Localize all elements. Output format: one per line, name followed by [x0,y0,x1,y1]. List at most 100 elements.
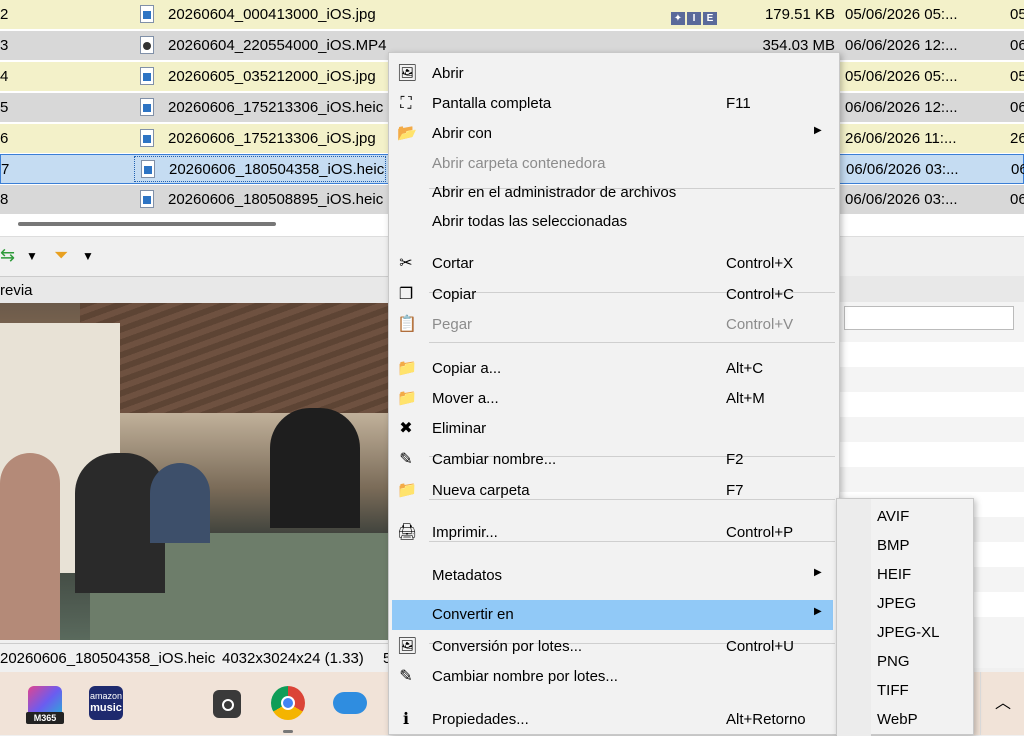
convert-format-webp[interactable]: WebP [877,711,918,728]
menu-item-label: Cambiar nombre por lotes... [432,668,618,685]
image-file-icon [140,98,154,116]
menu-item-abrir-con[interactable]: 📂 Abrir con ▶ [389,119,839,149]
menu-item-metadatos[interactable]: Metadatos ▶ [389,561,839,591]
chevron-down-icon[interactable]: ▼ [26,249,38,263]
file-name: 20260606_180504358_iOS.heic [169,161,385,178]
menu-item-mover-a[interactable]: 📁 Mover a... Alt+M [389,384,839,414]
rename-pencil-icon: ✎ [399,451,413,468]
menu-item-shortcut: Control+X [726,255,794,272]
menu-item-abrir-admin[interactable]: Abrir en el administrador de archivos [389,178,839,208]
status-dimensions: 4032x3024x24 (1.33) [222,650,364,667]
file-size: 179.51 KB [764,6,835,23]
batch-convert-icon: 🖼 [397,638,418,655]
menu-item-copiar[interactable]: ❐ Copiar Control+C [389,280,839,310]
menu-item-label: Abrir en el administrador de archivos [432,184,677,201]
menu-item-copiar-a[interactable]: 📁 Copiar a... Alt+C [389,354,839,384]
status-filename: 20260606_180504358_iOS.heic [0,650,216,667]
menu-item-abrir-todas[interactable]: Abrir todas las seleccionadas [389,207,839,237]
chrome-app-icon[interactable] [271,686,305,720]
convert-format-jpeg[interactable]: JPEG [877,595,916,612]
convert-format-jpeg-xl[interactable]: JPEG-XL [877,624,940,641]
tray-chevron-up-icon[interactable]: ︿ [980,672,1024,735]
convert-format-bmp[interactable]: BMP [877,537,910,554]
menu-item-label: Eliminar [432,420,487,437]
menu-item-label: Conversión por lotes... [432,638,583,655]
menu-item-cambiar-nombre[interactable]: ✎ Cambiar nombre... F2 [389,445,839,475]
menu-item-shortcut: Alt+Retorno [726,711,806,728]
file-name: 20260604_000413000_iOS.jpg [168,6,376,23]
menu-item-conversion-lotes[interactable]: 🖼 Conversión por lotes... Control+U [389,632,839,662]
menu-item-shortcut: F7 [726,482,744,499]
file-date: 06/06/2026 12:... [845,99,958,116]
menu-item-abrir-carpeta[interactable]: Abrir carpeta contenedora [389,149,839,179]
sync-arrows-icon[interactable]: ⇆ [0,245,15,266]
menu-item-shortcut: Control+V [726,316,794,333]
menu-item-eliminar[interactable]: ✖ Eliminar [389,414,839,444]
filter-funnel-icon[interactable]: ⏷ [54,245,68,266]
menu-item-convertir-en[interactable]: Convertir en ▶ [392,600,833,630]
info-search-input[interactable] [844,306,1014,330]
menu-item-nueva-carpeta[interactable]: 📁 Nueva carpeta F7 [389,476,839,506]
onedrive-cloud-icon[interactable] [333,692,367,714]
metadata-badge: E [703,12,717,25]
submenu-arrow-icon: ▶ [814,606,822,617]
menu-item-shortcut: Alt+M [726,390,765,407]
row-number: 7 [1,161,10,178]
properties-info-icon: ℹ [402,711,410,728]
menu-item-label: Propiedades... [432,711,529,728]
file-date-2: 06 [1010,99,1024,116]
convert-format-tiff[interactable]: TIFF [877,682,909,699]
submenu-arrow-icon: ▶ [814,125,822,136]
menu-item-pegar[interactable]: 📋 Pegar Control+V [389,310,839,340]
file-date-2: 26 [1010,130,1024,147]
row-number: 8 [0,191,9,208]
menu-item-shortcut: Control+P [726,524,794,541]
row-number: 5 [0,99,9,116]
file-date-2: 06 [1010,37,1024,54]
batch-rename-icon: ✎ [399,668,413,685]
convert-format-heif[interactable]: HEIF [877,566,911,583]
amazon-music-app-icon[interactable]: amazon music [89,686,123,720]
preview-title: revia [0,282,33,299]
image-file-icon [140,5,154,23]
video-file-icon [140,36,154,54]
menu-item-cambiar-nombre-lotes[interactable]: ✎ Cambiar nombre por lotes... [389,662,839,692]
menu-item-label: Metadatos [432,567,503,584]
file-name: 20260606_175213306_iOS.heic [168,99,384,116]
file-date: 06/06/2026 12:... [845,37,958,54]
open-with-folder-icon: 📂 [397,125,417,142]
menu-item-abrir[interactable]: 🖼 Abrir [389,59,839,89]
convert-format-avif[interactable]: AVIF [877,508,909,525]
menu-item-label: Abrir todas las seleccionadas [432,213,628,230]
scrollbar-thumb[interactable] [18,222,276,226]
menu-item-cortar[interactable]: ✂ Cortar Control+X [389,249,839,279]
menu-item-label: Mover a... [432,390,499,407]
submenu-arrow-icon: ▶ [814,567,822,578]
status-bar: 20260606_180504358_iOS.heic 4032x3024x24… [0,643,391,672]
m365-label: M365 [26,712,64,724]
row-number: 6 [0,130,9,147]
menu-item-label: Copiar a... [432,360,502,377]
paste-icon: 📋 [397,316,417,333]
menu-item-label: Abrir con [432,125,493,142]
image-file-icon [140,67,154,85]
file-name: 20260604_220554000_iOS.MP4 [168,37,387,54]
convert-submenu: AVIF BMP HEIF JPEG JPEG-XL PNG TIFF WebP [836,498,974,736]
menu-item-propiedades[interactable]: ℹ Propiedades... Alt+Retorno [389,705,839,735]
scissors-icon: ✂ [399,255,413,272]
menu-item-shortcut: F11 [726,95,751,112]
metadata-badge: I [687,12,701,25]
file-date-2: 05 [1010,6,1024,23]
amazon-label-line1: amazon [89,691,123,701]
camera-app-icon[interactable] [213,690,241,718]
file-row[interactable]: 2 20260604_000413000_iOS.jpg ✦ I E 179.51 KB 0… [0,0,1024,30]
printer-icon: 🖨 [397,524,418,541]
row-number: 4 [0,68,9,85]
file-name: 20260605_035212000_iOS.jpg [168,68,376,85]
menu-item-pantalla-completa[interactable]: ⛶ Pantalla completa F11 [389,89,839,119]
convert-format-png[interactable]: PNG [877,653,910,670]
menu-item-imprimir[interactable]: 🖨 Imprimir... Control+P [389,518,839,548]
m365-app-icon[interactable]: M365 [26,686,64,724]
image-file-icon [141,160,155,178]
chevron-down-icon[interactable]: ▼ [82,249,94,263]
